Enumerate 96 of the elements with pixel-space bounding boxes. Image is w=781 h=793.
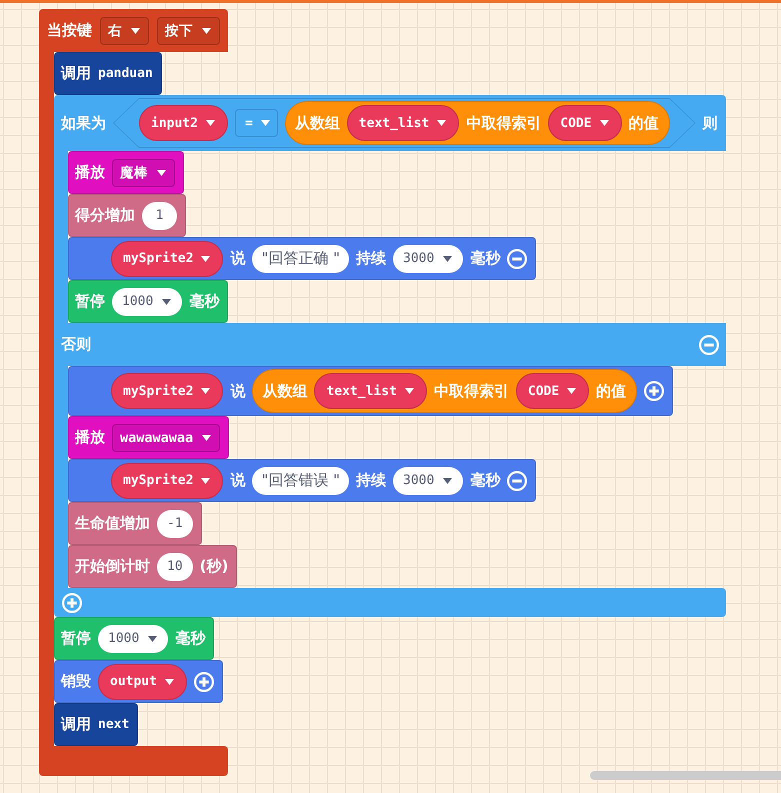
block-label: 说 — [230, 471, 246, 490]
caret-icon — [202, 28, 211, 34]
caret-icon — [162, 298, 172, 304]
number-dropdown[interactable]: 3000 — [393, 244, 464, 272]
block-label: 销毁 — [61, 672, 91, 691]
variable-dropdown[interactable]: mySprite2 — [111, 240, 224, 276]
block-label: 当按键 — [47, 21, 92, 40]
minus-circle-icon[interactable] — [507, 248, 528, 268]
number-field[interactable]: 10 — [157, 552, 193, 580]
variable-dropdown[interactable]: output — [98, 664, 187, 700]
number-dropdown[interactable]: 3000 — [393, 466, 464, 494]
block-label: 毫秒 — [470, 249, 500, 268]
dropdown-field[interactable]: 魔棒 — [112, 158, 175, 186]
block-label: 毫秒 — [189, 292, 220, 311]
dropdown-field[interactable]: 按下 — [157, 16, 220, 44]
block-label: 中取得索引 — [434, 382, 509, 400]
plus-circle-icon[interactable] — [644, 381, 664, 401]
caret-icon — [202, 434, 212, 440]
caret-icon — [600, 120, 609, 126]
block-label: 从数组 — [294, 114, 340, 132]
event-block-header[interactable]: 当按键 右 按下 — [39, 9, 228, 52]
array-value-block[interactable]: 从数组 text_list 中取得索引 CODE 的值 — [252, 369, 638, 413]
sprite-block[interactable]: mySprite2 说 从数组 text_list 中取得索引 CODE 的值 — [68, 366, 674, 416]
block-label: 毫秒 — [175, 629, 206, 648]
variable-dropdown[interactable]: mySprite2 — [111, 373, 224, 409]
block-label: 开始倒计时 — [75, 557, 150, 576]
variable-dropdown[interactable]: input2 — [139, 105, 228, 141]
number-dropdown[interactable]: 1000 — [98, 624, 168, 652]
block-label: 否则 — [61, 335, 91, 354]
block-label: 持续 — [356, 249, 386, 268]
sprite-block[interactable]: 销毁 output — [54, 660, 223, 703]
info-block[interactable]: 开始倒计时 10 (秒) — [68, 545, 238, 588]
array-value-block[interactable]: 从数组 text_list 中取得索引 CODE 的值 — [284, 101, 670, 145]
dropdown-field[interactable]: 右 — [100, 16, 149, 44]
caret-icon — [260, 120, 270, 126]
block-label: 说 — [230, 249, 246, 268]
caret-icon — [201, 388, 210, 394]
number-dropdown[interactable]: 1000 — [112, 288, 182, 316]
sound-block[interactable]: 播放 wawawawaa — [68, 416, 230, 459]
caret-icon — [443, 256, 452, 262]
caret-icon — [404, 388, 414, 394]
caret-icon — [443, 478, 452, 484]
block-label: 生命值增加 — [75, 514, 150, 533]
caret-icon — [567, 388, 576, 394]
dropdown-field[interactable]: wawawawaa — [112, 424, 220, 452]
block-label: 说 — [230, 382, 246, 400]
block-label: 的值 — [596, 382, 626, 400]
variable-dropdown[interactable]: text_list — [314, 373, 427, 409]
sound-block[interactable]: 播放 魔棒 — [68, 151, 184, 194]
number-field[interactable]: -1 — [157, 510, 193, 538]
block-label: 如果为 — [61, 114, 106, 132]
text-field[interactable]: "回答错误 " — [252, 466, 350, 494]
function-name: next — [98, 717, 130, 732]
variable-dropdown[interactable]: CODE — [516, 373, 590, 409]
caret-icon — [206, 120, 215, 126]
pause-block[interactable]: 暂停 1000 毫秒 — [68, 280, 228, 323]
block-label: 得分增加 — [75, 206, 135, 225]
horizontal-scrollbar[interactable] — [590, 771, 781, 780]
caret-icon — [148, 636, 158, 642]
block-label: 调用 — [61, 715, 91, 734]
minus-circle-icon[interactable] — [507, 470, 528, 490]
block-label: 播放 — [75, 428, 105, 447]
sprite-block[interactable]: mySprite2 说 "回答错误 " 持续 3000 毫秒 — [68, 459, 536, 502]
text-field[interactable]: "回答正确 " — [252, 244, 350, 272]
minus-circle-icon[interactable] — [698, 334, 719, 354]
if-block-header[interactable]: 如果为 input2 = 从数组 text_list 中取得索引 CODE 的值 则 — [54, 95, 726, 151]
sprite-block[interactable]: mySprite2 说 "回答正确 " 持续 3000 毫秒 — [68, 237, 536, 280]
caret-icon — [201, 256, 210, 262]
function-name: panduan — [98, 66, 153, 81]
plus-circle-icon[interactable] — [62, 592, 82, 612]
block-label: 播放 — [75, 163, 105, 182]
pause-block[interactable]: 暂停 1000 毫秒 — [54, 617, 214, 660]
caret-icon — [131, 28, 140, 34]
block-label: 中取得索引 — [466, 114, 542, 132]
info-block[interactable]: 得分增加 1 — [68, 194, 186, 237]
block-label: 则 — [702, 114, 718, 132]
caret-icon — [437, 120, 446, 126]
function-call-block[interactable]: 调用 panduan — [54, 52, 162, 95]
block-label: 毫秒 — [470, 471, 500, 490]
block-label: 调用 — [61, 64, 91, 83]
block-label: 暂停 — [75, 292, 105, 311]
info-block[interactable]: 生命值增加 -1 — [68, 502, 202, 545]
plus-circle-icon[interactable] — [194, 672, 214, 692]
variable-dropdown[interactable]: CODE — [548, 105, 622, 141]
function-call-block[interactable]: 调用 next — [54, 703, 138, 746]
caret-icon — [164, 678, 174, 684]
block-label: 持续 — [356, 471, 386, 490]
block-label: 的值 — [628, 114, 659, 132]
block-label: 暂停 — [61, 629, 91, 648]
block-label: (秒) — [200, 557, 228, 576]
variable-dropdown[interactable]: text_list — [346, 105, 460, 141]
variable-dropdown[interactable]: mySprite2 — [111, 462, 224, 498]
caret-icon — [201, 478, 210, 484]
block-label: 从数组 — [262, 382, 308, 400]
number-field[interactable]: 1 — [142, 202, 177, 230]
caret-icon — [157, 170, 166, 176]
